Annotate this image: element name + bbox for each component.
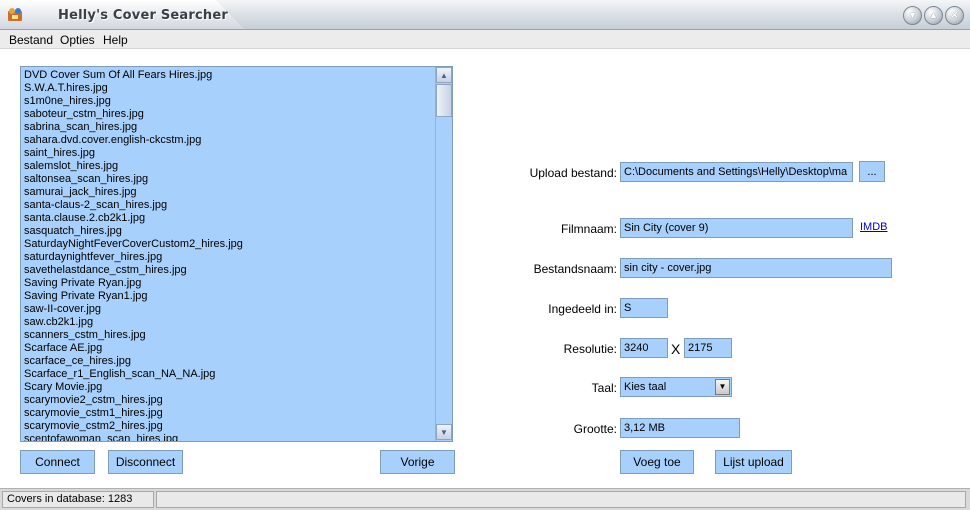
scroll-up-button[interactable]: ▲ — [436, 67, 452, 83]
arrow-down-icon: ▼ — [440, 427, 448, 437]
grootte-input[interactable]: 3,12 MB — [620, 418, 740, 438]
menu-help-label: Help — [103, 33, 128, 47]
menu-opties[interactable]: Opties — [60, 33, 95, 47]
list-item[interactable]: santa-claus-2_scan_hires.jpg — [24, 199, 434, 212]
browse-button[interactable]: ... — [859, 161, 885, 182]
list-item[interactable]: scarymovie2_cstm_hires.jpg — [24, 394, 434, 407]
list-item[interactable]: scarymovie_cstm2_hires.jpg — [24, 420, 434, 433]
file-list-items: DVD Cover Sum Of All Fears Hires.jpg S.W.… — [24, 69, 434, 441]
list-item[interactable]: sabrina_scan_hires.jpg — [24, 121, 434, 134]
list-item[interactable]: Scarface_r1_English_scan_NA_NA.jpg — [24, 368, 434, 381]
maximize-button[interactable]: ▲ — [924, 6, 943, 25]
taal-selected-value: Kies taal — [624, 381, 667, 393]
list-item[interactable]: Saving Private Ryan.jpg — [24, 277, 434, 290]
grootte-label: Grootte: — [573, 422, 617, 436]
list-item[interactable]: S.W.A.T.hires.jpg — [24, 82, 434, 95]
close-button[interactable]: ✕ — [945, 6, 964, 25]
title-bar[interactable]: Helly's Cover Searcher ▼ ▲ ✕ — [0, 0, 970, 30]
scroll-thumb[interactable] — [436, 84, 452, 117]
list-item[interactable]: saw-II-cover.jpg — [24, 303, 434, 316]
list-item[interactable]: scarymovie_cstm1_hires.jpg — [24, 407, 434, 420]
list-item[interactable]: scentofawoman_scan_hires.jpg — [24, 433, 434, 441]
list-item[interactable]: savethelastdance_cstm_hires.jpg — [24, 264, 434, 277]
lijst-upload-button[interactable]: Lijst upload — [715, 450, 792, 474]
list-item[interactable]: saboteur_cstm_hires.jpg — [24, 108, 434, 121]
imdb-link[interactable]: IMDB — [860, 221, 888, 233]
ingedeeld-input[interactable]: S — [620, 298, 668, 318]
list-item[interactable]: Saving Private Ryan1.jpg — [24, 290, 434, 303]
close-icon: ✕ — [950, 10, 959, 20]
list-item[interactable]: scanners_cstm_hires.jpg — [24, 329, 434, 342]
scroll-down-button[interactable]: ▼ — [436, 424, 452, 440]
list-item[interactable]: DVD Cover Sum Of All Fears Hires.jpg — [24, 69, 434, 82]
list-item[interactable]: scarface_ce_hires.jpg — [24, 355, 434, 368]
cover-file-list[interactable]: DVD Cover Sum Of All Fears Hires.jpg S.W.… — [20, 66, 453, 442]
vorige-button[interactable]: Vorige — [380, 450, 455, 474]
resolutie-label: Resolutie: — [563, 342, 617, 356]
voeg-toe-button[interactable]: Voeg toe — [620, 450, 694, 474]
list-item[interactable]: saltonsea_scan_hires.jpg — [24, 173, 434, 186]
list-item[interactable]: saturdaynightfever_hires.jpg — [24, 251, 434, 264]
menu-bar: Bestand Opties Help — [0, 30, 970, 49]
list-item[interactable]: saw.cb2k1.jpg — [24, 316, 434, 329]
minimize-button[interactable]: ▼ — [903, 6, 922, 25]
status-panel-secondary — [156, 491, 966, 508]
menu-opties-label: Opties — [60, 33, 95, 47]
list-item[interactable]: samurai_jack_hires.jpg — [24, 186, 434, 199]
menu-bestand[interactable]: Bestand — [9, 33, 53, 47]
window-title: Helly's Cover Searcher — [58, 8, 228, 23]
disconnect-button[interactable]: Disconnect — [108, 450, 183, 474]
filmnaam-label: Filmnaam: — [560, 222, 617, 236]
list-item[interactable]: saint_hires.jpg — [24, 147, 434, 160]
resolution-width-input[interactable]: 3240 — [620, 338, 668, 358]
upload-file-input[interactable]: C:\Documents and Settings\Helly\Desktop\… — [620, 162, 853, 182]
ingedeeld-label: Ingedeeld in: — [548, 302, 617, 316]
bestandsnaam-input[interactable]: sin city - cover.jpg — [620, 258, 892, 278]
arrow-up-icon: ▲ — [440, 70, 448, 80]
list-item[interactable]: s1m0ne_hires.jpg — [24, 95, 434, 108]
resolution-separator: X — [671, 341, 681, 357]
list-item[interactable]: salemslot_hires.jpg — [24, 160, 434, 173]
upload-label: Upload bestand: — [529, 166, 617, 180]
list-item[interactable]: sahara.dvd.cover.english-ckcstm.jpg — [24, 134, 434, 147]
maximize-icon: ▲ — [929, 10, 938, 20]
list-item[interactable]: sasquatch_hires.jpg — [24, 225, 434, 238]
list-item[interactable]: SaturdayNightFeverCoverCustom2_hires.jpg — [24, 238, 434, 251]
filmnaam-input[interactable]: Sin City (cover 9) — [620, 218, 853, 238]
taal-select[interactable]: Kies taal ▼ — [620, 377, 732, 397]
app-icon[interactable] — [6, 6, 24, 24]
taal-label: Taal: — [591, 381, 617, 395]
bestandsnaam-label: Bestandsnaam: — [533, 262, 617, 276]
list-item[interactable]: Scary Movie.jpg — [24, 381, 434, 394]
resolution-height-input[interactable]: 2175 — [684, 338, 732, 358]
status-bar: Covers in database: 1283 — [0, 488, 970, 510]
window-controls: ▼ ▲ ✕ — [903, 6, 964, 25]
chevron-down-icon[interactable]: ▼ — [715, 379, 730, 395]
list-item[interactable]: Scarface AE.jpg — [24, 342, 434, 355]
menu-help[interactable]: Help — [103, 33, 128, 47]
menu-bestand-label: Bestand — [9, 33, 54, 47]
file-list-scrollbar[interactable]: ▲ ▼ — [435, 67, 452, 441]
minimize-icon: ▼ — [908, 10, 917, 20]
list-item[interactable]: santa.clause.2.cb2k1.jpg — [24, 212, 434, 225]
connect-button[interactable]: Connect — [20, 450, 95, 474]
covers-count-status: Covers in database: 1283 — [2, 491, 154, 508]
